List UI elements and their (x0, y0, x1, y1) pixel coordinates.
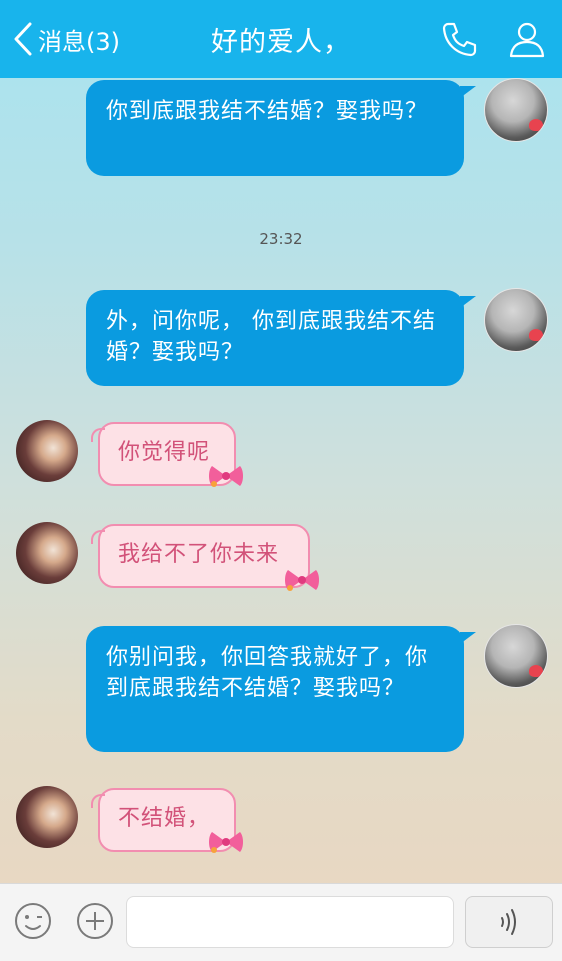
bubble-curl-decoration (91, 530, 105, 544)
phone-icon[interactable] (438, 18, 480, 60)
message-bubble-outgoing[interactable]: 外，问你呢， 你到底跟我结不结婚？娶我吗？ (86, 290, 476, 386)
bubble-curl-decoration (91, 794, 105, 808)
avatar-contact[interactable] (16, 786, 78, 848)
smiley-icon[interactable] (14, 902, 52, 940)
message-text: 你觉得呢 (118, 440, 211, 465)
voice-button[interactable] (465, 896, 553, 948)
message-input[interactable] (126, 896, 454, 948)
message-bubble-outgoing[interactable]: 你到底跟我结不结婚？娶我吗？ (86, 80, 476, 176)
avatar-self[interactable] (484, 78, 548, 142)
avatar-contact[interactable] (16, 522, 78, 584)
message-text: 我给不了你未来 (118, 542, 280, 567)
avatar-self[interactable] (484, 624, 548, 688)
input-bar (0, 883, 562, 961)
heart-icon (529, 665, 543, 677)
avatar-contact[interactable] (16, 420, 78, 482)
heart-icon (529, 119, 543, 131)
avatar-self[interactable] (484, 288, 548, 352)
user-icon[interactable] (506, 18, 548, 60)
message-text: 你别问我，你回答我就好了，你到底跟我结不结婚？娶我吗？ (106, 645, 429, 701)
timestamp: 23:32 (259, 230, 303, 248)
message-text: 不结婚， (118, 806, 211, 831)
bubble-curl-decoration (91, 428, 105, 442)
message-text: 你到底跟我结不结婚？娶我吗？ (106, 99, 429, 124)
chat-header: 消息(3) 好的爱人， (0, 0, 562, 78)
plus-icon[interactable] (76, 902, 114, 940)
message-text: 外，问你呢， 你到底跟我结不结婚？娶我吗？ (106, 309, 436, 365)
bow-icon (209, 832, 243, 853)
bow-icon (209, 466, 243, 487)
bow-icon (285, 570, 319, 591)
voice-wave-icon (501, 909, 516, 935)
message-bubble-incoming[interactable]: 我给不了你未来 (91, 524, 310, 588)
message-bubble-outgoing[interactable]: 你别问我，你回答我就好了，你到底跟我结不结婚？娶我吗？ (86, 626, 476, 752)
heart-icon (529, 329, 543, 341)
